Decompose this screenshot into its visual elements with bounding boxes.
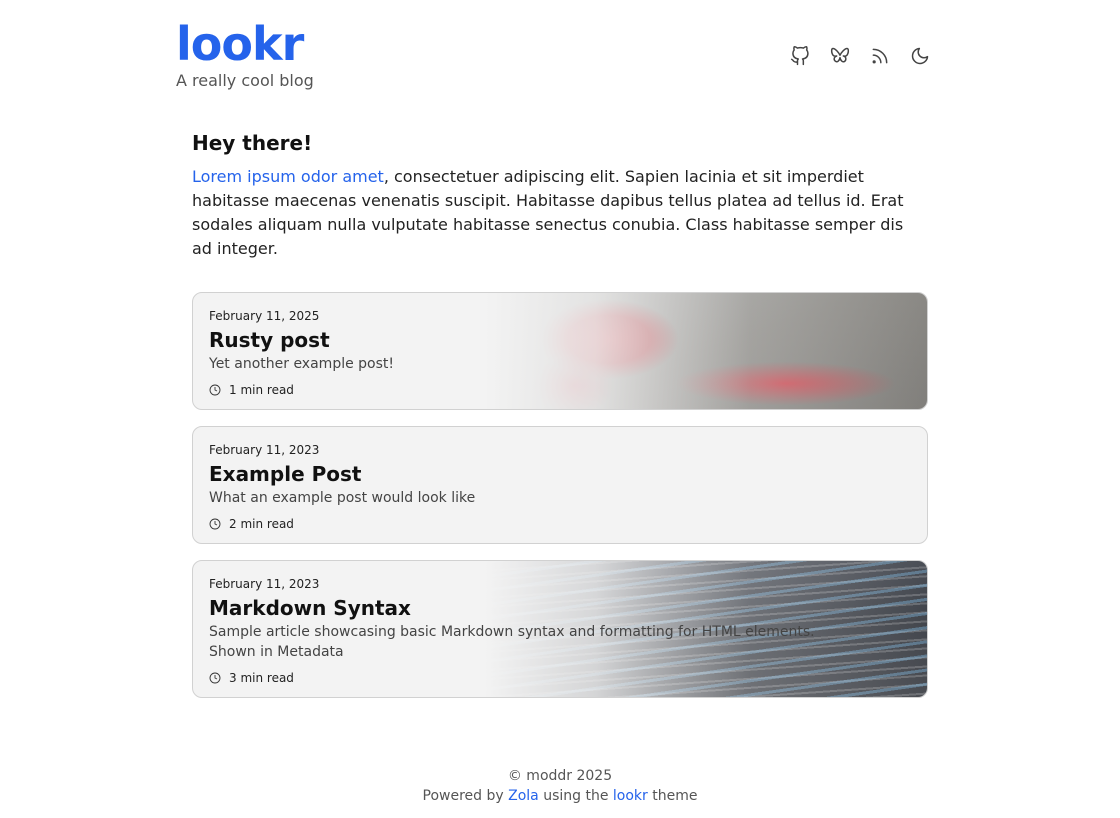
- post-read-time: 2 min read: [209, 516, 911, 532]
- using-the-label: using the: [543, 788, 609, 804]
- zola-link[interactable]: Zola: [508, 788, 539, 804]
- post-read-time: 1 min read: [209, 382, 911, 398]
- post-title[interactable]: Rusty post: [209, 326, 911, 354]
- post-date: February 11, 2025: [209, 309, 320, 323]
- intro-heading: Hey there!: [192, 131, 313, 155]
- footer-copyright: © moddr 2025: [507, 768, 613, 784]
- post-description: What an example post would look like: [209, 490, 476, 506]
- post-description-line2: Shown in Metadata: [209, 644, 344, 660]
- footer-powered-by: Powered by Zola using the lookr theme: [0, 786, 1120, 806]
- header-nav: [790, 42, 930, 70]
- theme-label: theme: [652, 788, 698, 804]
- post-card-example-post[interactable]: February 11, 2023 Example Post What an e…: [192, 426, 928, 544]
- lookr-link[interactable]: lookr: [613, 788, 648, 804]
- post-read-time: 3 min read: [209, 670, 911, 686]
- intro-link[interactable]: Lorem ipsum odor amet: [192, 167, 384, 186]
- post-card-rusty-post[interactable]: February 11, 2025 Rusty post Yet another…: [192, 292, 928, 410]
- site-subtitle: A really cool blog: [176, 71, 314, 90]
- rss-icon[interactable]: [870, 42, 890, 70]
- read-time-label: 2 min read: [229, 517, 294, 531]
- site-title-link[interactable]: lookr: [176, 16, 304, 72]
- intro-paragraph: Lorem ipsum odor amet, consectetuer adip…: [192, 165, 920, 261]
- moon-icon[interactable]: [910, 42, 930, 70]
- bluesky-icon[interactable]: [830, 42, 850, 70]
- post-date: February 11, 2023: [209, 577, 320, 591]
- clock-icon: [209, 384, 221, 396]
- post-title[interactable]: Example Post: [209, 460, 911, 488]
- footer: © moddr 2025 Powered by Zola using the l…: [0, 766, 1120, 806]
- post-card-markdown-syntax[interactable]: February 11, 2023 Markdown Syntax Sample…: [192, 560, 928, 698]
- read-time-label: 3 min read: [229, 671, 294, 685]
- post-date: February 11, 2023: [209, 443, 320, 457]
- post-title[interactable]: Markdown Syntax: [209, 594, 911, 622]
- github-icon[interactable]: [790, 42, 810, 70]
- post-description: Sample article showcasing basic Markdown…: [209, 624, 815, 640]
- post-description: Yet another example post!: [209, 356, 395, 372]
- clock-icon: [209, 672, 221, 684]
- powered-by-label: Powered by: [422, 788, 504, 804]
- read-time-label: 1 min read: [229, 383, 294, 397]
- clock-icon: [209, 518, 221, 530]
